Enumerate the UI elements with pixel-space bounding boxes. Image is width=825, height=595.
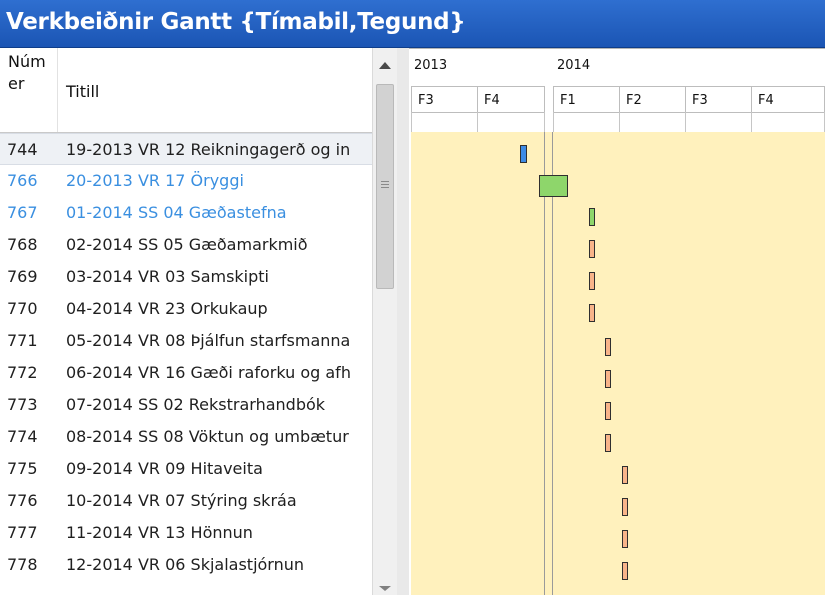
gantt-task-bar[interactable] <box>622 530 628 548</box>
gantt-task-bar[interactable] <box>589 304 595 322</box>
scrollbar-thumb[interactable] <box>376 84 394 289</box>
column-header-number[interactable]: Núm er <box>0 48 58 132</box>
sub-period-cell <box>685 112 752 133</box>
column-header-title[interactable]: Titill <box>66 82 99 101</box>
year-divider-line <box>544 132 545 595</box>
row-title: 10-2014 VR 07 Stýring skráa <box>66 491 297 510</box>
vertical-scrollbar[interactable] <box>372 48 397 595</box>
table-row[interactable]: 744 19-2013 VR 12 Reikningagerð og in <box>0 133 372 165</box>
table-row[interactable]: 777 11-2014 VR 13 Hönnun <box>0 517 372 549</box>
quarter-label: F4 <box>751 86 825 113</box>
year-divider-line <box>552 132 553 595</box>
sub-period-cell <box>751 112 825 133</box>
gantt-task-bar[interactable] <box>622 498 628 516</box>
row-number: 776 <box>7 491 38 510</box>
gantt-timeline-header: 2013 2014 F3 F4 F1 F2 F3 F4 <box>409 48 825 133</box>
row-number: 777 <box>7 523 38 542</box>
gantt-task-bar[interactable] <box>605 370 611 388</box>
table-row[interactable]: 766 20-2013 VR 17 Öryggi <box>0 165 372 197</box>
gantt-chart: 2013 2014 F3 F4 F1 F2 F3 F4 <box>409 48 825 595</box>
gantt-task-bar[interactable] <box>589 208 595 226</box>
gantt-task-bar[interactable] <box>605 434 611 452</box>
quarter-label: F3 <box>685 86 752 113</box>
row-title: 12-2014 VR 06 Skjalastjórnun <box>66 555 305 574</box>
row-title: 03-2014 VR 03 Samskipti <box>66 267 269 286</box>
gantt-task-bar[interactable] <box>539 175 568 197</box>
row-title: 05-2014 VR 08 Þjálfun starfsmanna <box>66 331 351 350</box>
gantt-task-bar[interactable] <box>622 466 628 484</box>
pane-splitter[interactable] <box>397 48 409 595</box>
grip-line <box>381 184 389 185</box>
year-label-2013: 2013 <box>414 58 448 73</box>
scroll-down-arrow-icon[interactable] <box>379 586 391 591</box>
table-row[interactable]: 772 06-2014 VR 16 Gæði raforku og afh <box>0 357 372 389</box>
row-title: 06-2014 VR 16 Gæði raforku og afh <box>66 363 351 382</box>
gantt-task-bar[interactable] <box>605 402 611 420</box>
row-number: 768 <box>7 235 38 254</box>
grip-line <box>381 181 389 182</box>
table-row[interactable]: 776 10-2014 VR 07 Stýring skráa <box>0 485 372 517</box>
row-title: 08-2014 SS 08 Vöktun og umbætur <box>66 427 349 446</box>
gantt-task-bar[interactable] <box>589 272 595 290</box>
scroll-up-arrow-icon[interactable] <box>379 62 391 69</box>
row-title: 04-2014 VR 23 Orkukaup <box>66 299 268 318</box>
row-title: 11-2014 VR 13 Hönnun <box>66 523 253 542</box>
year-label-2014: 2014 <box>557 58 591 73</box>
row-number: 775 <box>7 459 38 478</box>
table-row[interactable]: 778 12-2014 VR 06 Skjalastjórnun <box>0 549 372 581</box>
sub-period-cell <box>411 112 478 133</box>
row-title: 09-2014 VR 09 Hitaveita <box>66 459 263 478</box>
row-number: 770 <box>7 299 38 318</box>
table-row[interactable]: 775 09-2014 VR 09 Hitaveita <box>0 453 372 485</box>
row-title: 20-2013 VR 17 Öryggi <box>66 171 244 190</box>
table-row[interactable]: 774 08-2014 SS 08 Vöktun og umbætur <box>0 421 372 453</box>
sub-period-cell <box>619 112 686 133</box>
sub-period-cell <box>553 112 620 133</box>
gantt-body <box>411 132 825 595</box>
row-title: 19-2013 VR 12 Reikningagerð og in <box>66 140 351 159</box>
row-number: 744 <box>7 140 38 159</box>
row-number: 771 <box>7 331 38 350</box>
table-row[interactable]: 771 05-2014 VR 08 Þjálfun starfsmanna <box>0 325 372 357</box>
sub-period-cell <box>477 112 545 133</box>
window-title-bar: Verkbeiðnir Gantt {Tímabil,Tegund} <box>0 0 825 48</box>
gantt-task-bar[interactable] <box>589 240 595 258</box>
row-title: 01-2014 SS 04 Gæðastefna <box>66 203 287 222</box>
table-row[interactable]: 767 01-2014 SS 04 Gæðastefna <box>0 197 372 229</box>
row-number: 767 <box>7 203 38 222</box>
quarter-label: F2 <box>619 86 686 113</box>
row-title: 07-2014 SS 02 Rekstrarhandbók <box>66 395 326 414</box>
gantt-task-bar[interactable] <box>605 338 611 356</box>
row-number: 774 <box>7 427 38 446</box>
gantt-task-bar[interactable] <box>520 145 527 163</box>
work-order-grid: Núm er Titill 744 19-2013 VR 12 Reikning… <box>0 48 372 595</box>
grid-header: Núm er Titill <box>0 48 372 133</box>
grip-line <box>381 187 389 188</box>
quarter-label: F3 <box>411 86 478 113</box>
row-number: 769 <box>7 267 38 286</box>
gantt-task-bar[interactable] <box>622 562 628 580</box>
quarter-label: F1 <box>553 86 620 113</box>
row-number: 778 <box>7 555 38 574</box>
table-row[interactable]: 770 04-2014 VR 23 Orkukaup <box>0 293 372 325</box>
table-row[interactable]: 769 03-2014 VR 03 Samskipti <box>0 261 372 293</box>
row-number: 773 <box>7 395 38 414</box>
row-title: 02-2014 SS 05 Gæðamarkmið <box>66 235 308 254</box>
row-number: 766 <box>7 171 38 190</box>
table-row[interactable]: 768 02-2014 SS 05 Gæðamarkmið <box>0 229 372 261</box>
quarter-label: F4 <box>477 86 545 113</box>
table-row[interactable]: 773 07-2014 SS 02 Rekstrarhandbók <box>0 389 372 421</box>
row-number: 772 <box>7 363 38 382</box>
window-title: Verkbeiðnir Gantt {Tímabil,Tegund} <box>6 9 466 35</box>
